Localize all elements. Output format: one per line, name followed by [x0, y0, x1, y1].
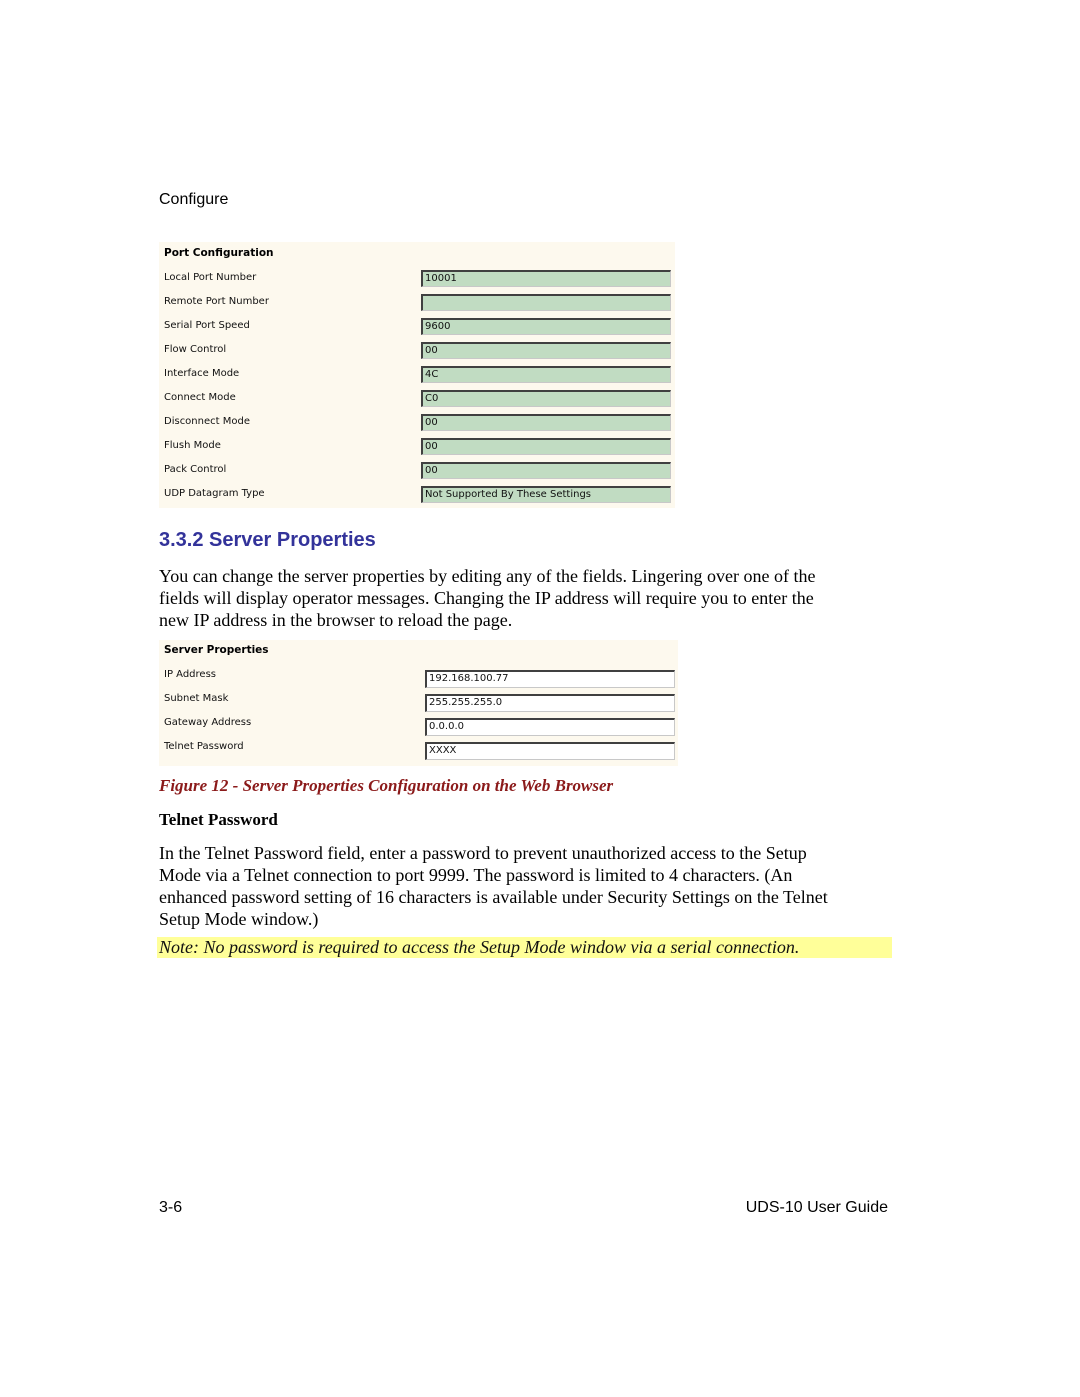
- intro-line: new IP address in the browser to reload …: [159, 610, 513, 630]
- disconnect-mode-label: Disconnect Mode: [164, 416, 250, 427]
- telnet-password-field[interactable]: XXXX: [425, 742, 675, 760]
- flush-mode-field[interactable]: 00: [421, 438, 671, 455]
- local-port-number-label: Local Port Number: [164, 272, 257, 283]
- ip-address-field[interactable]: 192.168.100.77: [425, 670, 675, 688]
- body-line: Mode via a Telnet connection to port 999…: [159, 865, 793, 885]
- guide-title: UDS-10 User Guide: [745, 1199, 888, 1216]
- intro-line: fields will display operator messages. C…: [159, 588, 814, 608]
- body-line: Setup Mode window.): [159, 909, 319, 929]
- local-port-number-field[interactable]: 10001: [421, 270, 671, 287]
- body-line: enhanced password setting of 16 characte…: [159, 887, 828, 907]
- server-properties-panel: Server Properties IP Address 192.168.100…: [159, 640, 678, 766]
- connect-mode-label: Connect Mode: [164, 392, 236, 403]
- port-configuration-panel: Port Configuration Local Port Number 100…: [159, 242, 675, 508]
- ip-address-label: IP Address: [164, 669, 216, 680]
- gateway-address-field[interactable]: 0.0.0.0: [425, 718, 675, 736]
- flow-control-field[interactable]: 00: [421, 342, 671, 359]
- subnet-mask-label: Subnet Mask: [164, 693, 229, 704]
- flow-control-label: Flow Control: [164, 344, 227, 355]
- connect-mode-field[interactable]: C0: [421, 390, 671, 407]
- serial-port-speed-field[interactable]: 9600: [421, 318, 671, 335]
- figure-caption: Figure 12 - Server Properties Configurat…: [159, 776, 614, 795]
- telnet-password-heading: Telnet Password: [159, 810, 278, 829]
- udp-datagram-type-field[interactable]: Not Supported By These Settings: [421, 486, 671, 503]
- gateway-address-label: Gateway Address: [164, 717, 252, 728]
- pack-control-label: Pack Control: [164, 464, 227, 475]
- note-callout: Note: No password is required to access …: [157, 937, 892, 958]
- telnet-password-label: Telnet Password: [164, 741, 244, 752]
- remote-port-number-label: Remote Port Number: [164, 296, 269, 307]
- interface-mode-field[interactable]: 4C: [421, 366, 671, 383]
- running-header: Configure: [159, 191, 229, 208]
- section-intro: You can change the server properties by …: [159, 565, 815, 631]
- subnet-mask-field[interactable]: 255.255.255.0: [425, 694, 675, 712]
- server-properties-title: Server Properties: [164, 644, 269, 656]
- page-number: 3-6: [159, 1199, 183, 1216]
- telnet-password-body: In the Telnet Password field, enter a pa…: [159, 842, 828, 930]
- flush-mode-label: Flush Mode: [164, 440, 221, 451]
- pack-control-field[interactable]: 00: [421, 462, 671, 479]
- section-heading: 3.3.2 Server Properties: [159, 529, 376, 551]
- udp-datagram-type-label: UDP Datagram Type: [164, 488, 265, 499]
- port-configuration-title: Port Configuration: [164, 247, 274, 259]
- body-line: In the Telnet Password field, enter a pa…: [159, 843, 807, 863]
- disconnect-mode-field[interactable]: 00: [421, 414, 671, 431]
- remote-port-number-field[interactable]: [421, 294, 671, 311]
- interface-mode-label: Interface Mode: [164, 368, 240, 379]
- intro-line: You can change the server properties by …: [159, 566, 816, 586]
- serial-port-speed-label: Serial Port Speed: [164, 320, 250, 331]
